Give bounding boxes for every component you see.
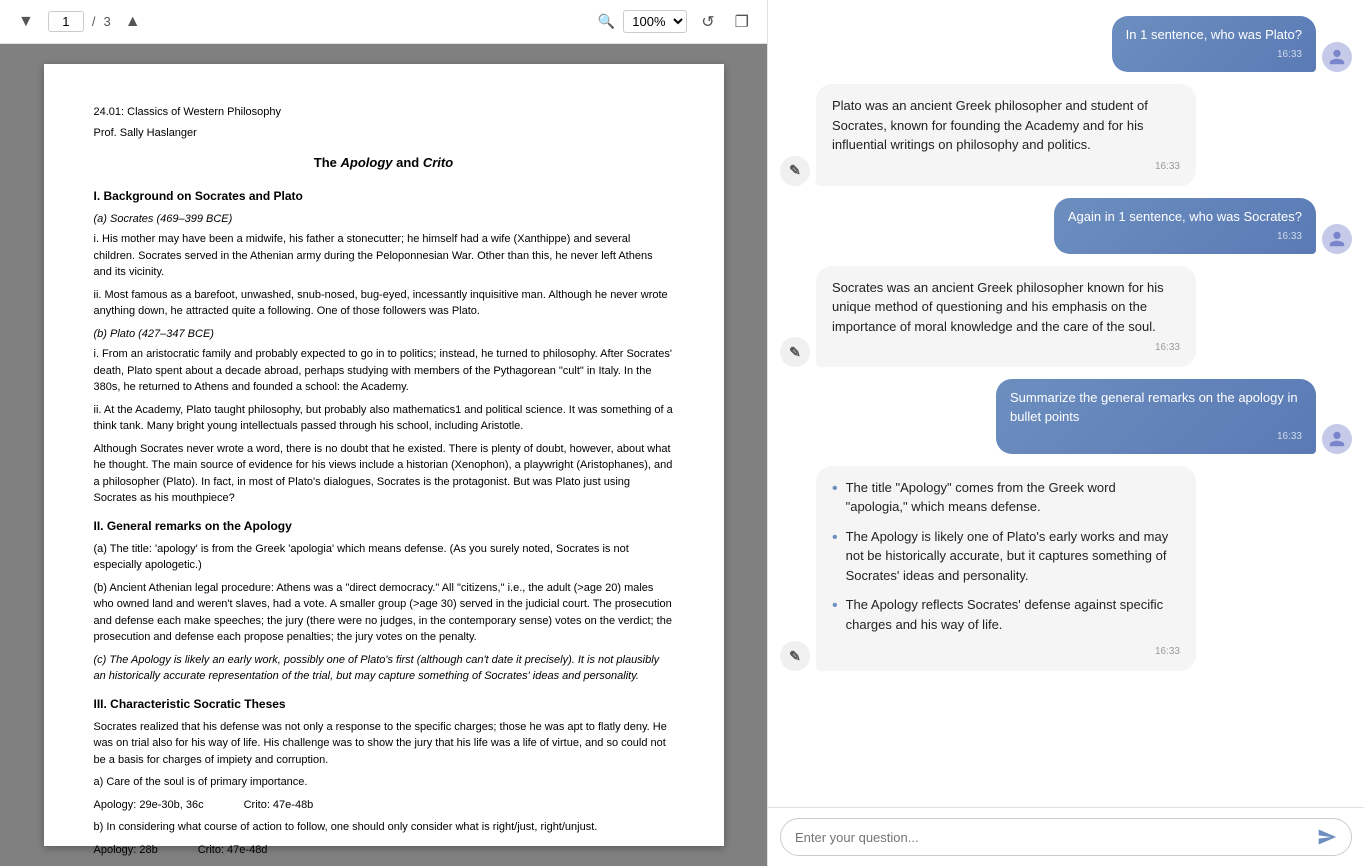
section1-paragraph: Although Socrates never wrote a word, th… [94,441,674,507]
ai-logo-2: ✎ [780,156,810,186]
section3a-ref2: Crito: 47e-48b [244,797,314,814]
chat-input[interactable] [795,830,1309,845]
message-3-user: Again in 1 sentence, who was Socrates? 1… [780,198,1352,254]
pdf-content-area[interactable]: 24.01: Classics of Western Philosophy Pr… [0,44,767,866]
section1a-i: i. His mother may have been a midwife, h… [94,231,674,281]
section2c-text: (c) The Apology is likely an early work,… [94,652,674,685]
pdf-page: 24.01: Classics of Western Philosophy Pr… [44,64,724,846]
section1a-heading: (a) Socrates (469–399 BCE) [94,211,674,228]
message-1-user: In 1 sentence, who was Plato? 16:33 [780,16,1352,72]
section1b-heading: (b) Plato (427–347 BCE) [94,326,674,343]
message-5-text: Summarize the general remarks on the apo… [1010,390,1298,423]
section3b-text: b) In considering what course of action … [94,819,674,836]
message-6-ai: ✎ The title "Apology" comes from the Gre… [780,466,1352,672]
message-3-text: Again in 1 sentence, who was Socrates? [1068,209,1302,224]
message-6-time: 16:33 [832,644,1180,659]
message-3-time: 16:33 [1068,230,1302,244]
section1b-ii: ii. At the Academy, Plato taught philoso… [94,402,674,435]
section3b-ref2: Crito: 47e-48d [198,842,268,859]
send-icon [1317,827,1337,847]
section3: III. Characteristic Socratic Theses Socr… [94,695,674,859]
zoom-select[interactable]: 100% 75% 125% 150% [623,10,687,33]
section1b-i: i. From an aristocratic family and proba… [94,346,674,396]
message-4-time: 16:33 [832,340,1180,355]
message-5-bubble: Summarize the general remarks on the apo… [996,379,1316,453]
section2a-text: (a) The title: 'apology' is from the Gre… [94,541,674,574]
message-5-time: 16:33 [1010,430,1302,444]
refresh-button[interactable]: ↺ [695,10,720,34]
course-line1: 24.01: Classics of Western Philosophy [94,104,674,121]
chat-input-container [780,818,1352,856]
message-1-bubble: In 1 sentence, who was Plato? 16:33 [1112,16,1316,72]
bullet-3: The Apology reflects Socrates' defense a… [832,595,1180,634]
prev-page-button[interactable]: ▼ [12,11,40,33]
message-2-bubble: Plato was an ancient Greek philosopher a… [816,84,1196,186]
bullet-1: The title "Apology" comes from the Greek… [832,478,1180,517]
message-4-text: Socrates was an ancient Greek philosophe… [832,280,1164,334]
user-icon-1 [1328,48,1346,66]
document-title: The Apology and Crito [94,153,674,173]
section2-heading: II. General remarks on the Apology [94,517,674,535]
pdf-toolbar: ▼ 1 / 3 ▲ 🔍 100% 75% 125% 150% ↺ ❐ [0,0,767,44]
send-button[interactable] [1309,827,1337,847]
section1-heading: I. Background on Socrates and Plato [94,187,674,205]
message-4-bubble: Socrates was an ancient Greek philosophe… [816,266,1196,368]
section2b-text: (b) Ancient Athenian legal procedure: At… [94,580,674,646]
chat-messages-area[interactable]: In 1 sentence, who was Plato? 16:33 ✎ Pl… [768,0,1364,807]
section3-heading: III. Characteristic Socratic Theses [94,695,674,713]
user-avatar-1 [1322,42,1352,72]
user-icon-3 [1328,230,1346,248]
user-icon-5 [1328,430,1346,448]
message-2-time: 16:33 [832,159,1180,174]
bullet-2: The Apology is likely one of Plato's ear… [832,527,1180,586]
message-3-bubble: Again in 1 sentence, who was Socrates? 1… [1054,198,1316,254]
section3a-text: a) Care of the soul is of primary import… [94,774,674,791]
message-2-text: Plato was an ancient Greek philosopher a… [832,98,1148,152]
total-pages: 3 [103,14,110,29]
page-number-input[interactable]: 1 [48,11,84,32]
next-page-button[interactable]: ▲ [119,11,147,33]
user-avatar-5 [1322,424,1352,454]
search-icon: 🔍 [598,13,615,30]
chat-input-area [768,807,1364,866]
user-avatar-3 [1322,224,1352,254]
section1a-ii: ii. Most famous as a barefoot, unwashed,… [94,287,674,320]
course-line2: Prof. Sally Haslanger [94,125,674,142]
message-2-ai: ✎ Plato was an ancient Greek philosopher… [780,84,1352,186]
message-4-ai: ✎ Socrates was an ancient Greek philosop… [780,266,1352,368]
section3-paragraph: Socrates realized that his defense was n… [94,719,674,769]
page-separator: / [92,14,96,29]
section1: I. Background on Socrates and Plato (a) … [94,187,674,507]
chat-panel: In 1 sentence, who was Plato? 16:33 ✎ Pl… [768,0,1364,866]
section2: II. General remarks on the Apology (a) T… [94,517,674,685]
section3b-ref1: Apology: 28b [94,842,158,859]
pdf-panel: ▼ 1 / 3 ▲ 🔍 100% 75% 125% 150% ↺ ❐ 24.01… [0,0,768,866]
message-1-text: In 1 sentence, who was Plato? [1126,27,1302,42]
ai-logo-6: ✎ [780,641,810,671]
message-5-user: Summarize the general remarks on the apo… [780,379,1352,453]
message-6-bubble: The title "Apology" comes from the Greek… [816,466,1196,672]
fullscreen-button[interactable]: ❐ [729,10,755,34]
message-1-time: 16:33 [1126,48,1302,62]
bullet-list: The title "Apology" comes from the Greek… [832,478,1180,635]
ai-logo-4: ✎ [780,337,810,367]
section3a-ref1: Apology: 29e-30b, 36c [94,797,204,814]
